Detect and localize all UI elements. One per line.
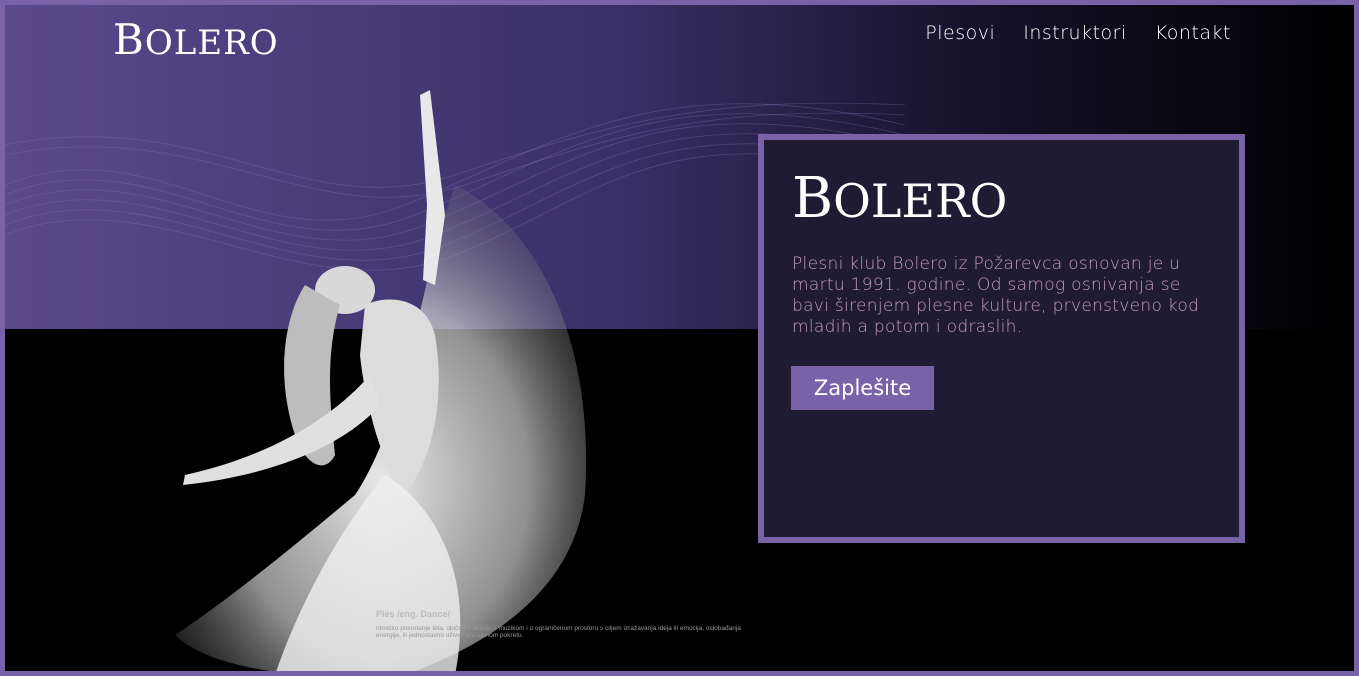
card-logo-rest: OLERO: [833, 174, 1008, 228]
nav-link-kontakt[interactable]: Kontakt: [1155, 22, 1231, 44]
card-logo: BOLERO: [792, 166, 1007, 231]
main-nav: Plesovi Instruktori Kontakt: [925, 22, 1231, 44]
site-logo[interactable]: BOLERO: [113, 15, 279, 64]
caption-title: Ples /eng. Dance/: [376, 609, 451, 619]
card-logo-initial: B: [792, 166, 834, 231]
logo-rest: OLERO: [144, 23, 279, 63]
logo-initial: B: [113, 15, 145, 64]
nav-link-instruktori[interactable]: Instruktori: [1023, 22, 1127, 44]
dancer-image: [175, 90, 586, 671]
club-description: Plesni klub Bolero iz Požarevca osnovan …: [792, 254, 1200, 337]
dance-cta-button[interactable]: Zaplešite: [791, 366, 934, 410]
nav-link-plesovi[interactable]: Plesovi: [925, 22, 995, 44]
intro-card: BOLERO Plesni klub Bolero iz Požarevca o…: [758, 134, 1245, 543]
caption-text: ritmičko pokretanje tela, obično u sklad…: [376, 625, 741, 639]
dance-definition-caption: Ples /eng. Dance/ ritmičko pokretanje te…: [376, 609, 756, 639]
page-frame: BOLERO Plesovi Instruktori Kontakt Ples …: [0, 0, 1359, 676]
